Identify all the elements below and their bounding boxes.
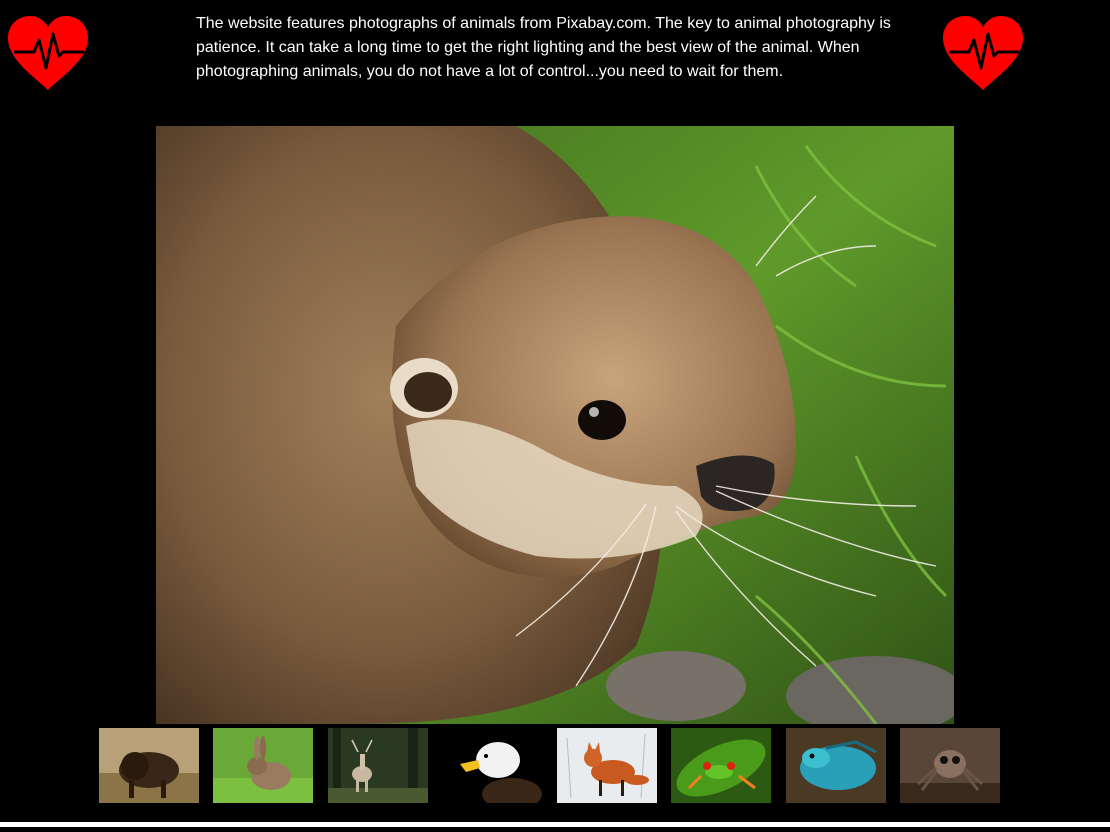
heartbeat-icon-left (6, 14, 90, 92)
thumbnail-deer[interactable] (328, 728, 428, 803)
main-photo (156, 126, 954, 724)
thumbnail-fox[interactable] (557, 728, 657, 803)
thumbnail-bison[interactable] (99, 728, 199, 803)
thumbnail-rabbit[interactable] (213, 728, 313, 803)
thumbnail-frog[interactable] (671, 728, 771, 803)
heartbeat-icon (943, 16, 1023, 90)
thumbnail-spider[interactable] (900, 728, 1000, 803)
footer-divider (0, 822, 1110, 827)
heartbeat-icon (8, 16, 88, 90)
intro-text: The website features photographs of anim… (196, 15, 891, 80)
thumbnail-eagle[interactable] (442, 728, 542, 803)
thumbnail-strip (0, 728, 1110, 804)
heartbeat-icon-right (941, 14, 1025, 92)
thumbnail-lizard[interactable] (786, 728, 886, 803)
